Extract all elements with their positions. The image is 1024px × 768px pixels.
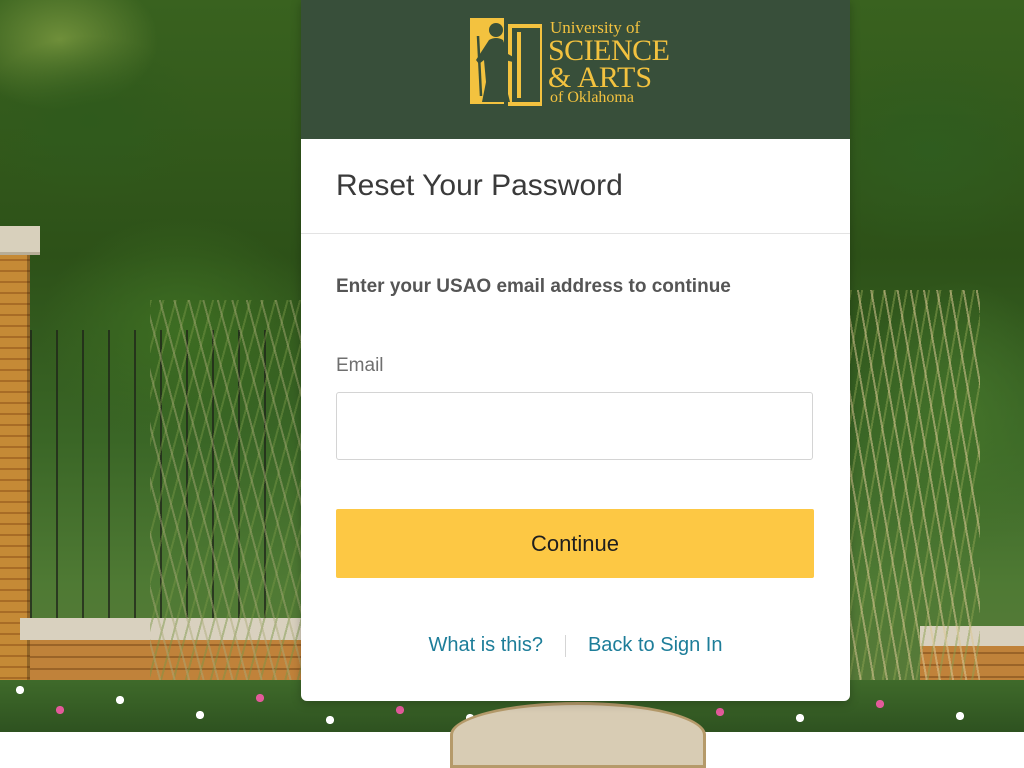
reset-password-card: University of SCIENCE & ARTS of Oklahoma… bbox=[301, 0, 850, 701]
pillar-cap bbox=[0, 226, 40, 255]
ornamental-grass-right bbox=[850, 290, 980, 700]
title-row: Reset Your Password bbox=[301, 139, 850, 234]
footer-links: What is this? Back to Sign In bbox=[301, 634, 850, 657]
email-field[interactable] bbox=[336, 392, 813, 460]
university-logo: University of SCIENCE & ARTS of Oklahoma bbox=[470, 16, 685, 108]
card-header: University of SCIENCE & ARTS of Oklahoma bbox=[301, 0, 850, 139]
logo-text-oklahoma: of Oklahoma bbox=[550, 89, 634, 106]
what-is-this-link[interactable]: What is this? bbox=[406, 634, 564, 657]
ornamental-grass-left bbox=[150, 300, 310, 700]
back-to-sign-in-link[interactable]: Back to Sign In bbox=[566, 634, 745, 657]
university-seal bbox=[450, 702, 706, 768]
page-title: Reset Your Password bbox=[336, 169, 623, 202]
statue-emblem-icon bbox=[470, 18, 542, 106]
continue-button[interactable]: Continue bbox=[336, 509, 814, 578]
email-label: Email bbox=[336, 355, 384, 376]
instruction-text: Enter your USAO email address to continu… bbox=[336, 276, 731, 297]
